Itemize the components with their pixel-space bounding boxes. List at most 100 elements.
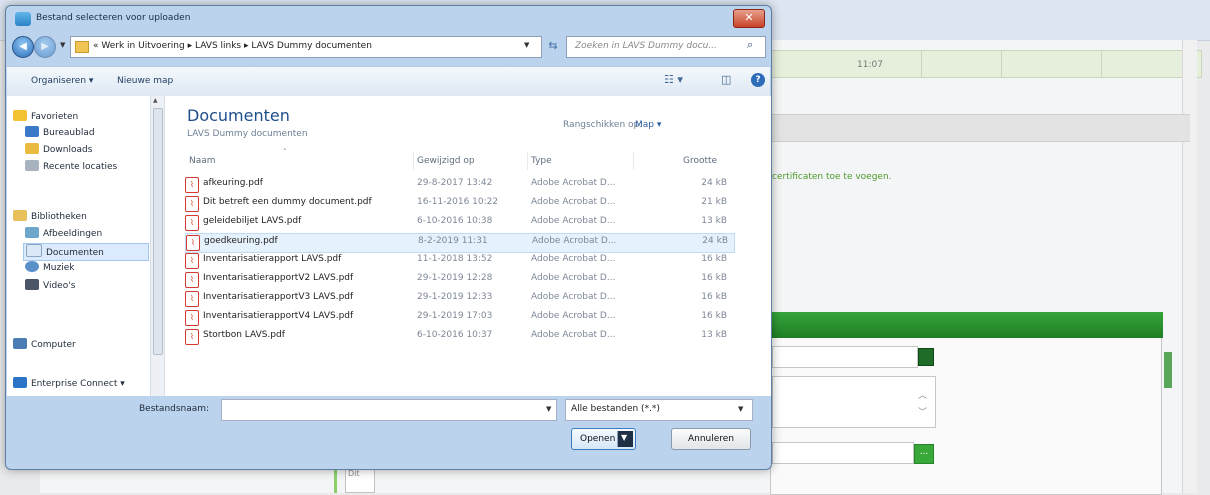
file-row[interactable]: ⌇ InventarisatierapportV2 LAVS.pdf 29-1-… xyxy=(185,271,733,289)
filename-label: Bestandsnaam: xyxy=(139,404,210,414)
file-row[interactable]: ⌇ geleidebiljet LAVS.pdf 6-10-2016 10:38… xyxy=(185,214,733,232)
nav-item-music[interactable]: Muziek xyxy=(25,261,74,277)
libraries-icon xyxy=(13,210,27,221)
videos-icon xyxy=(25,279,39,290)
panel-file-input[interactable] xyxy=(772,442,914,464)
breadcrumb-item[interactable]: LAVS links xyxy=(195,41,241,51)
file-type-filter[interactable]: Alle bestanden (*.*) ▼ xyxy=(565,399,753,421)
file-row[interactable]: ⌇ Stortbon LAVS.pdf 6-10-2016 10:37 Adob… xyxy=(185,328,733,346)
back-arrow-icon[interactable]: ◀ xyxy=(12,36,34,58)
panel-picker-button[interactable] xyxy=(918,348,934,366)
nav-item-enterprise-connect[interactable]: Enterprise Connect ▾ xyxy=(13,377,125,393)
file-row-selected[interactable]: ⌇ goedkeuring.pdf 8-2-2019 11:31 Adobe A… xyxy=(185,233,735,253)
browse-button[interactable]: ... xyxy=(914,444,934,464)
nav-item-libraries[interactable]: Bibliotheken xyxy=(13,210,87,226)
file-row[interactable]: ⌇ InventarisatierapportV3 LAVS.pdf 29-1-… xyxy=(185,290,733,308)
column-header-type[interactable]: Type xyxy=(531,156,552,166)
nav-item-recent-places[interactable]: Recente locaties xyxy=(25,160,117,176)
computer-icon xyxy=(13,338,27,349)
filename-input[interactable] xyxy=(221,399,557,421)
new-folder-button[interactable]: Nieuwe map xyxy=(117,76,173,86)
help-icon[interactable]: ? xyxy=(751,73,765,87)
navigation-row: ◀ ▶ ▼ « Werk in Uitvoering ▸ LAVS links … xyxy=(12,34,767,60)
file-size: 16 kB xyxy=(701,292,727,302)
address-bar[interactable]: « Werk in Uitvoering ▸ LAVS links ▸ LAVS… xyxy=(70,36,542,58)
file-date: 29-1-2019 12:28 xyxy=(417,273,493,283)
file-list-pane: Documenten LAVS Dummy documenten Rangsch… xyxy=(164,96,771,396)
preview-pane-icon[interactable]: ◫ xyxy=(721,73,731,86)
scrollbar-thumb[interactable] xyxy=(153,108,163,355)
file-name: Stortbon LAVS.pdf xyxy=(203,330,285,340)
file-size: 16 kB xyxy=(701,273,727,283)
scroll-up-icon[interactable]: ▲ xyxy=(153,97,158,104)
search-icon[interactable]: ⌕ xyxy=(747,38,753,52)
refresh-icon[interactable]: ⇆ xyxy=(544,36,562,56)
file-row[interactable]: ⌇ InventarisatierapportV4 LAVS.pdf 29-1-… xyxy=(185,309,733,327)
open-options-dropdown[interactable]: ▼ xyxy=(617,431,633,447)
file-name: InventarisatierapportV2 LAVS.pdf xyxy=(203,273,354,283)
recent-pages-dropdown-icon[interactable]: ▼ xyxy=(60,41,65,49)
forward-arrow-icon[interactable]: ▶ xyxy=(34,36,56,58)
file-type: Adobe Acrobat D... xyxy=(531,254,616,264)
nav-item-downloads[interactable]: Downloads xyxy=(25,143,92,159)
file-size: 21 kB xyxy=(701,197,727,207)
column-header-date[interactable]: Gewijzigd op xyxy=(417,156,475,166)
page-scrollbar[interactable] xyxy=(1182,40,1197,493)
network-icon xyxy=(13,377,27,388)
nav-item-desktop[interactable]: Bureaublad xyxy=(25,126,95,142)
section-header xyxy=(770,114,1190,142)
file-size: 16 kB xyxy=(701,254,727,264)
chevron-down-icon[interactable]: ▼ xyxy=(738,405,743,413)
dialog-titlebar[interactable]: Bestand selecteren voor uploaden ✕ xyxy=(6,6,771,32)
organize-button[interactable]: Organiseren ▾ xyxy=(31,76,93,86)
file-date: 29-8-2017 13:42 xyxy=(417,178,493,188)
nav-item-favorites[interactable]: Favorieten xyxy=(13,110,78,126)
file-row[interactable]: ⌇ Dit betreft een dummy document.pdf 16-… xyxy=(185,195,733,213)
table-cell-divider xyxy=(1001,51,1002,77)
nav-item-documents[interactable]: Documenten xyxy=(23,243,149,261)
green-indicator xyxy=(1164,352,1172,388)
search-input[interactable]: Zoeken in LAVS Dummy docu... ⌕ xyxy=(566,36,766,58)
panel-input[interactable] xyxy=(772,346,918,368)
view-options-icon[interactable]: ☷ ▾ xyxy=(664,73,683,86)
column-divider[interactable] xyxy=(413,152,414,170)
chevron-down-icon[interactable]: ﹀ xyxy=(918,405,927,418)
filename-dropdown-icon[interactable]: ▼ xyxy=(546,405,551,413)
pdf-file-icon: ⌇ xyxy=(185,215,199,231)
column-header-name[interactable]: Naam xyxy=(189,156,216,166)
library-title: Documenten xyxy=(187,106,290,125)
file-row[interactable]: ⌇ Inventarisatierapport LAVS.pdf 11-1-20… xyxy=(185,252,733,270)
column-divider[interactable] xyxy=(527,152,528,170)
close-button[interactable]: ✕ xyxy=(733,9,765,28)
pdf-file-icon: ⌇ xyxy=(185,310,199,326)
nav-item-videos[interactable]: Video's xyxy=(25,279,75,295)
breadcrumb-item[interactable]: « Werk in Uitvoering xyxy=(93,41,185,51)
arrange-by-label: Rangschikken op: xyxy=(563,120,643,130)
dialog-toolbar: Organiseren ▾ Nieuwe map ☷ ▾ ◫ ? xyxy=(7,66,770,97)
panel-header xyxy=(770,312,1163,338)
file-name: InventarisatierapportV4 LAVS.pdf xyxy=(203,311,354,321)
nav-item-computer[interactable]: Computer xyxy=(13,338,76,354)
open-button[interactable]: Openen ▼ xyxy=(571,428,636,450)
file-row[interactable]: ⌇ afkeuring.pdf 29-8-2017 13:42 Adobe Ac… xyxy=(185,176,733,194)
table-cell-divider xyxy=(1101,51,1102,77)
pdf-file-icon: ⌇ xyxy=(185,272,199,288)
navigation-scrollbar[interactable]: ▲ xyxy=(150,96,164,396)
address-dropdown-icon[interactable]: ▼ xyxy=(524,41,529,49)
chevron-up-icon[interactable]: ︿ xyxy=(918,388,927,401)
arrange-by-dropdown[interactable]: Map ▾ xyxy=(635,120,661,130)
pdf-file-icon: ⌇ xyxy=(185,253,199,269)
nav-item-pictures[interactable]: Afbeeldingen xyxy=(25,227,102,243)
breadcrumb-item[interactable]: LAVS Dummy documenten xyxy=(251,41,372,51)
downloads-icon xyxy=(25,143,39,154)
file-date: 8-2-2019 11:31 xyxy=(418,236,488,246)
file-date: 11-1-2018 13:52 xyxy=(417,254,493,264)
panel-textarea[interactable] xyxy=(772,376,936,428)
column-divider[interactable] xyxy=(633,152,634,170)
file-type: Adobe Acrobat D... xyxy=(531,330,616,340)
pdf-file-icon: ⌇ xyxy=(185,291,199,307)
cancel-button[interactable]: Annuleren xyxy=(671,428,751,450)
column-header-size[interactable]: Grootte xyxy=(683,156,717,166)
pdf-file-icon: ⌇ xyxy=(186,235,200,251)
breadcrumb-separator-icon: ▸ xyxy=(187,41,195,51)
